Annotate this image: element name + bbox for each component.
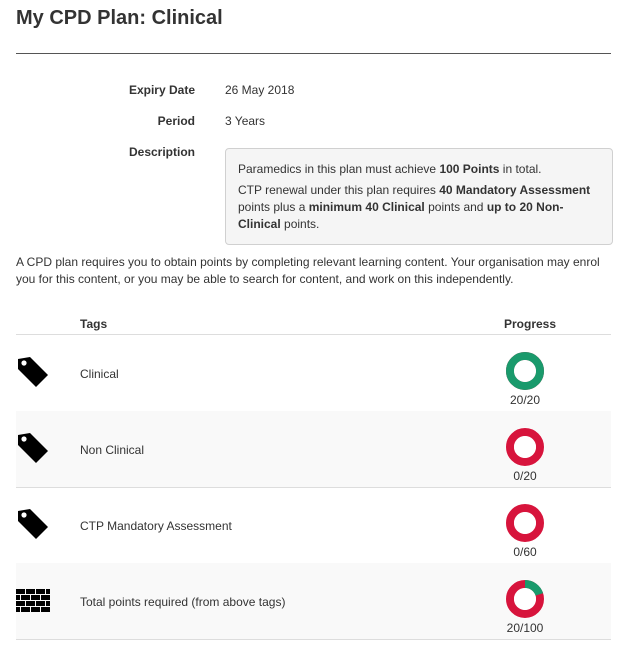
tag-label: Non Clinical: [80, 443, 145, 457]
progress-donut: [505, 503, 545, 543]
tags-column-header: Tags: [80, 317, 108, 331]
progress-text: 20/20: [509, 393, 541, 407]
table-row: CTP Mandatory Assessment 0/60: [16, 487, 611, 564]
tag-icon: [16, 507, 50, 541]
progress-text: 0/20: [513, 469, 537, 483]
tag-icon: [16, 431, 50, 465]
tag-label: Total points required (from above tags): [80, 595, 286, 609]
page-title: My CPD Plan: Clinical: [16, 7, 223, 29]
progress-table-header: Tags Progress: [16, 314, 611, 335]
tag-label: CTP Mandatory Assessment: [80, 519, 232, 533]
description-paragraph-2: CTP renewal under this plan requires 40 …: [238, 183, 591, 231]
tag-label: Clinical: [80, 367, 119, 381]
progress-donut: [505, 427, 545, 467]
tag-icon: [16, 355, 50, 389]
progress-column-header: Progress: [504, 317, 557, 331]
expiry-date-value: 26 May 2018: [225, 83, 295, 97]
title-divider: [16, 53, 611, 54]
period-value: 3 Years: [225, 114, 266, 128]
progress-donut: [505, 579, 545, 619]
description-label: Description: [128, 145, 195, 159]
progress-text: 20/100: [506, 621, 544, 635]
table-row: Non Clinical 0/20: [16, 411, 611, 488]
progress-donut: [505, 351, 545, 391]
progress-text: 0/60: [513, 545, 537, 559]
description-box: Paramedics in this plan must achieve 100…: [225, 148, 613, 245]
table-row: Total points required (from above tags) 2…: [16, 563, 611, 640]
expiry-date-label: Expiry Date: [128, 83, 195, 97]
plan-intro-text: A CPD plan requires you to obtain points…: [16, 255, 600, 286]
period-label: Period: [157, 114, 195, 128]
description-paragraph-1: Paramedics in this plan must achieve 100…: [238, 162, 542, 176]
table-row: Clinical 20/20: [16, 335, 611, 412]
bricks-icon: [16, 583, 55, 617]
